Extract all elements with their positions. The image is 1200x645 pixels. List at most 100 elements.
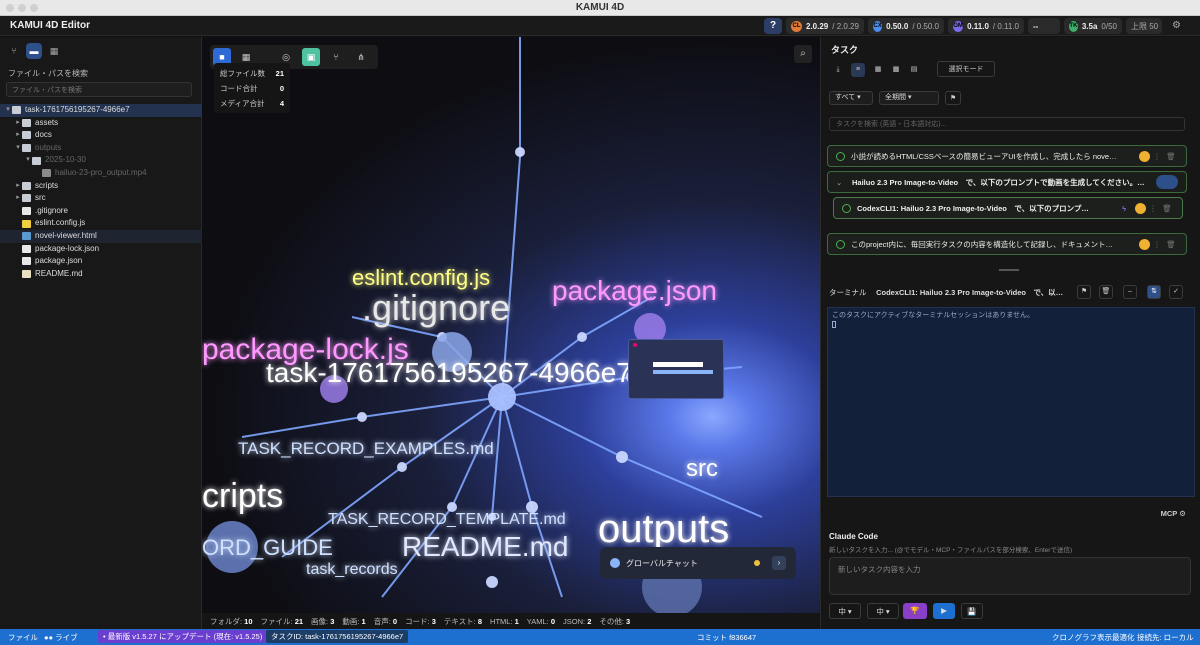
- git-branch-icon[interactable]: ⑂: [6, 43, 22, 59]
- level-select-1[interactable]: 中 ▾: [829, 603, 861, 619]
- chevron-icon[interactable]: ▸: [14, 180, 22, 193]
- folder-icon: [12, 106, 21, 115]
- search-icon[interactable]: ⌕: [794, 45, 812, 63]
- live-indicator[interactable]: ●● ライブ: [44, 632, 78, 643]
- status-files[interactable]: ファイル: [8, 632, 38, 643]
- trash-icon[interactable]: 🗑: [1160, 204, 1174, 213]
- tree-item[interactable]: ▾ outputs: [0, 142, 202, 155]
- metric-pill[interactable]: CX 0.50.0/ 0.50.0: [868, 18, 944, 34]
- layout-icon[interactable]: ▦: [46, 43, 62, 59]
- file-search-input[interactable]: ファイル・パスを検索: [6, 82, 192, 97]
- tree-item[interactable]: novel-viewer.html: [0, 229, 202, 243]
- split-icon[interactable]: ⇅: [1147, 285, 1161, 299]
- task-search-input[interactable]: タスクを検索 (英語・日本語対応)...: [829, 117, 1185, 131]
- tree-item[interactable]: ▾ 2025-10-30: [0, 154, 202, 167]
- mcp-settings[interactable]: MCP ⚙: [1161, 509, 1186, 518]
- file-icon: [22, 257, 31, 266]
- bookmark-icon[interactable]: ⚑: [1077, 285, 1091, 299]
- terminal-output[interactable]: このタスクにアクティブなターミナルセッションはありません。: [827, 307, 1195, 497]
- folder-icon: [32, 156, 41, 165]
- tree-item[interactable]: hailuo-23-pro_output.mp4: [0, 167, 202, 180]
- chevron-down-icon[interactable]: ⌄: [836, 178, 846, 187]
- folder-view-icon[interactable]: ▬: [26, 43, 42, 59]
- tree-item[interactable]: ▾ task-1761756195267-4966e7: [0, 104, 202, 117]
- subtask-item[interactable]: CodexCLI1: Hailuo 2.3 Pro Image-to-Video…: [833, 197, 1183, 219]
- network-icon[interactable]: ⋔: [352, 48, 370, 66]
- tree-item[interactable]: README.md: [0, 268, 202, 281]
- metric-pill[interactable]: CL 2.0.29/ 2.0.29: [786, 18, 864, 34]
- download-icon[interactable]: ⤓: [831, 63, 845, 77]
- minimize-icon[interactable]: –: [1123, 285, 1137, 299]
- node-label[interactable]: README.md: [402, 531, 568, 563]
- period-filter-select[interactable]: 全期間 ▾: [879, 91, 939, 105]
- metric-pill[interactable]: 上限 50: [1126, 18, 1162, 34]
- more-icon[interactable]: ⋮: [1146, 204, 1160, 213]
- merge-icon[interactable]: ⑂: [327, 48, 345, 66]
- tree-item-label: novel-viewer.html: [35, 230, 97, 240]
- resize-handle[interactable]: [999, 269, 1019, 271]
- tree-item[interactable]: package-lock.json: [0, 243, 202, 256]
- grid-small-icon[interactable]: ▦: [871, 63, 885, 77]
- tree-item[interactable]: ▸ scripts: [0, 180, 202, 193]
- trophy-icon[interactable]: 🏆: [903, 603, 927, 619]
- tree-item[interactable]: package.json: [0, 255, 202, 268]
- node-label[interactable]: ORD_GUIDE: [202, 535, 333, 561]
- chevron-icon[interactable]: ▸: [14, 129, 22, 142]
- level-select-2[interactable]: 中 ▾: [867, 603, 899, 619]
- task-group[interactable]: ⌄ Hailuo 2.3 Pro Image-to-Video で、以下のプロン…: [827, 171, 1187, 193]
- select-mode-button[interactable]: 選択モード: [937, 61, 995, 77]
- check-icon[interactable]: ✓: [1169, 285, 1183, 299]
- timeline-icon[interactable]: ▤: [907, 63, 921, 77]
- metric-pill[interactable]: GM 0.11.0/ 0.11.0: [948, 18, 1024, 34]
- node-label[interactable]: TASK_RECORD_EXAMPLES.md: [238, 439, 494, 459]
- save-icon[interactable]: 💾: [961, 603, 983, 619]
- chevron-icon[interactable]: ▾: [24, 154, 32, 167]
- terminal-session-title: CodexCLI1: Hailuo 2.3 Pro Image-to-Video…: [876, 288, 1064, 297]
- help-button[interactable]: ?: [764, 18, 782, 34]
- more-icon[interactable]: ⋮: [1150, 152, 1164, 161]
- node-label[interactable]: task_records: [306, 561, 398, 579]
- trash-icon[interactable]: 🗑: [1164, 240, 1178, 249]
- bookmark-icon[interactable]: ⚑: [945, 91, 961, 105]
- 3d-graph-viewport[interactable]: ■ ▦ ◎ ▣ ⑂ ⋔ 総ファイル数 21 コード合計 0 メディア合計 4 ⌕ esli…: [202, 37, 820, 613]
- chevron-icon[interactable]: ▸: [14, 192, 22, 205]
- stat-label: JSON:: [563, 616, 588, 626]
- metric-pill[interactable]: TK 3.5a 0/50: [1064, 18, 1122, 34]
- tree-item[interactable]: ▸ docs: [0, 129, 202, 142]
- update-badge[interactable]: • 最新版 v1.5.27 にアップデート (現在: v1.5.25): [98, 630, 268, 643]
- chevron-icon[interactable]: ▾: [4, 104, 12, 117]
- stat-value: 10: [244, 616, 253, 626]
- tree-item[interactable]: ▸ src: [0, 192, 202, 205]
- node-label[interactable]: cripts: [202, 477, 283, 516]
- html-preview-window[interactable]: [628, 339, 724, 399]
- node-label[interactable]: package.json: [552, 275, 717, 307]
- tree-item[interactable]: .gitignore: [0, 205, 202, 218]
- node-label[interactable]: TASK_RECORD_TEMPLATE.md: [328, 511, 566, 529]
- play-icon[interactable]: ▶: [933, 603, 955, 619]
- chevron-icon[interactable]: ▾: [14, 142, 22, 155]
- global-chat-panel[interactable]: グローバルチャット ›: [600, 547, 796, 579]
- tree-item[interactable]: eslint.config.js: [0, 217, 202, 230]
- code-view-icon[interactable]: ▣: [302, 48, 320, 66]
- task-input[interactable]: 新しいタスク内容を入力: [829, 557, 1191, 595]
- metric-pill[interactable]: --: [1028, 18, 1060, 34]
- node-label[interactable]: task-1761756195267-4966e7: [266, 357, 632, 389]
- grid-large-icon[interactable]: ▩: [889, 63, 903, 77]
- chevron-right-icon[interactable]: ›: [772, 556, 786, 570]
- settings-gear-icon[interactable]: ⚙: [1172, 20, 1181, 31]
- more-icon[interactable]: ⋮: [1150, 240, 1164, 249]
- node-label[interactable]: outputs: [598, 507, 729, 552]
- tree-item[interactable]: ▸ assets: [0, 117, 202, 130]
- node-label[interactable]: src: [686, 455, 718, 483]
- trash-icon[interactable]: 🗑: [1164, 152, 1178, 161]
- trash-icon[interactable]: 🗑: [1099, 285, 1113, 299]
- status-filter-select[interactable]: すべて ▾: [829, 91, 873, 105]
- window-titlebar: KAMUI 4D: [0, 0, 1200, 16]
- chevron-icon[interactable]: ▸: [14, 117, 22, 130]
- task-item[interactable]: このproject内に、毎回実行タスクの内容を構造化して記録し、ドキュメント… …: [827, 233, 1187, 255]
- list-view-icon[interactable]: ≡: [851, 63, 865, 77]
- node-label[interactable]: .gitignore: [362, 287, 510, 329]
- task-item[interactable]: 小説が読めるHTML/CSSベースの簡易ビューアUIを作成し、完成したら nov…: [827, 145, 1187, 167]
- emoji-icon: [1139, 238, 1150, 250]
- stat-value: 0: [550, 616, 556, 626]
